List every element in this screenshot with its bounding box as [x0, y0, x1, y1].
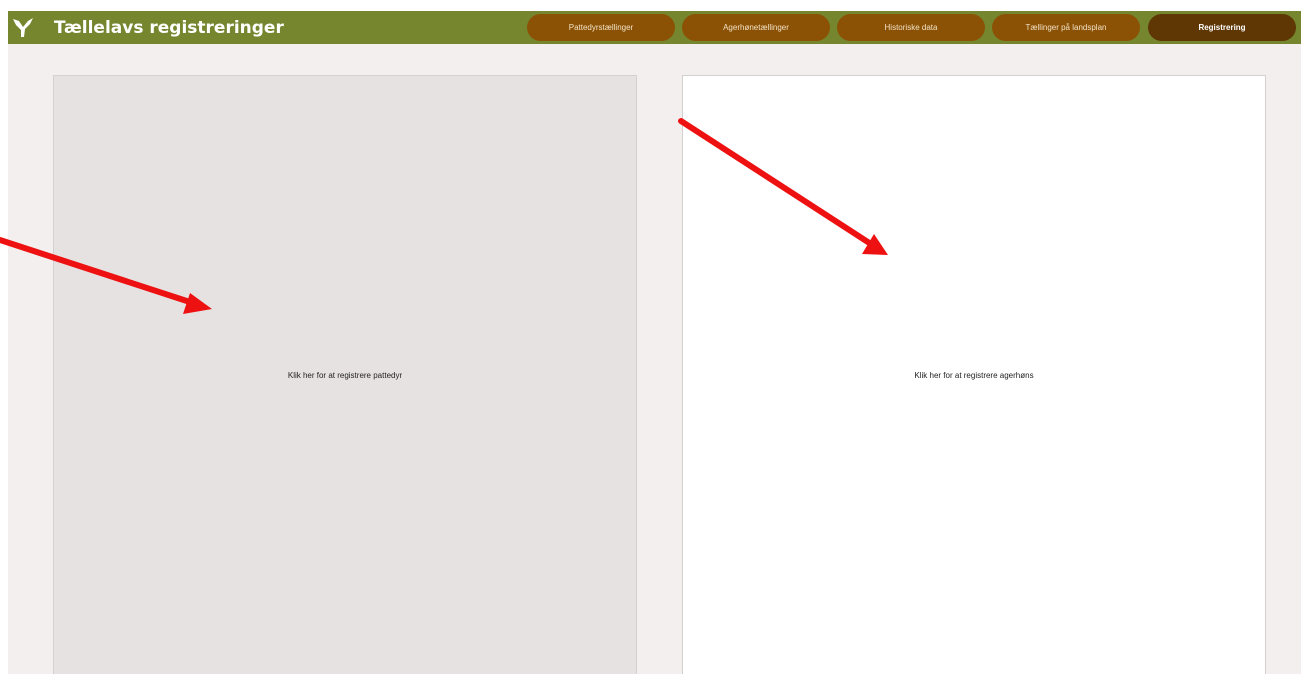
register-partridge-panel[interactable]: Klik her for at registrere agerhøns	[682, 75, 1266, 674]
register-mammals-panel[interactable]: Klik her for at registrere pattedyr	[53, 75, 637, 674]
register-mammals-label: Klik her for at registrere pattedyr	[287, 371, 403, 380]
nav-button-registrering[interactable]: Registrering	[1148, 14, 1296, 41]
bird-logo-icon	[13, 18, 33, 37]
register-partridge-label: Klik her for at registrere agerhøns	[914, 371, 1034, 380]
header-bar: Tællelavs registreringer Pattedyrstællin…	[8, 11, 1301, 44]
nav-button-taellinger-paa-landsplan[interactable]: Tællinger på landsplan	[992, 14, 1140, 41]
app-window: Tællelavs registreringer Pattedyrstællin…	[8, 11, 1301, 674]
nav-button-pattedyrstaellinger[interactable]: Pattedyrstællinger	[527, 14, 675, 41]
nav-button-agerhoenetaellinger[interactable]: Agerhønetællinger	[682, 14, 830, 41]
nav-button-historiske-data[interactable]: Historiske data	[837, 14, 985, 41]
app-title: Tællelavs registreringer	[54, 18, 284, 38]
